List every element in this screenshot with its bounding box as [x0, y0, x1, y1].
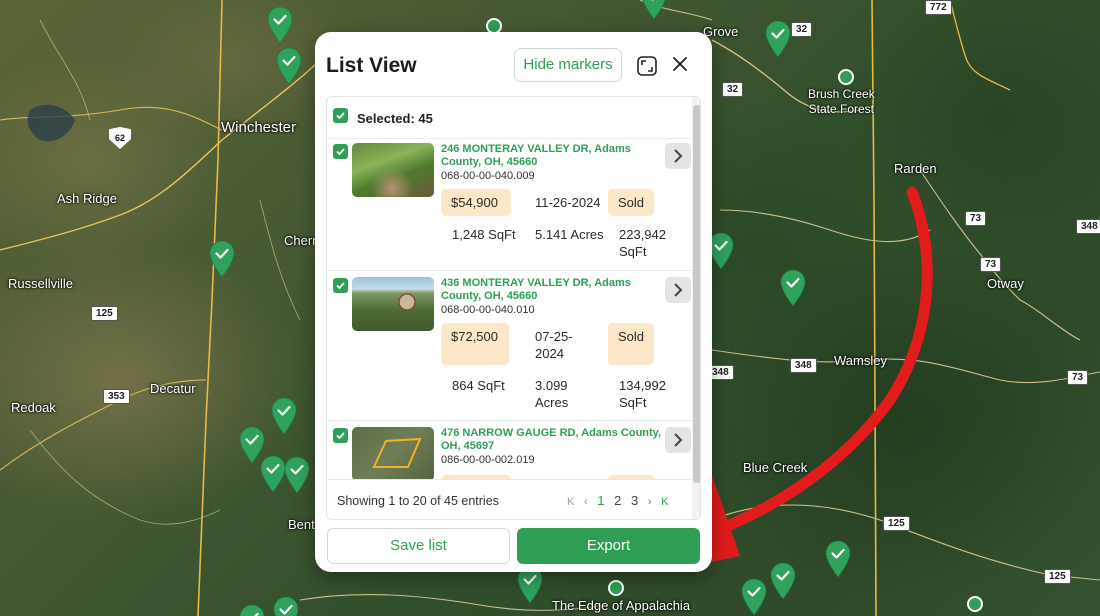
route-shield: 73: [965, 211, 987, 226]
property-list[interactable]: Selected: 45 246 MONTERAY VALLEY DR, Ada…: [326, 96, 701, 520]
route-shield: 348: [1076, 219, 1100, 234]
route-shield: 348: [790, 358, 817, 373]
map-label-brush-creek: Brush Creek State Forest: [808, 87, 875, 116]
map-label-grove: Grove: [703, 24, 739, 39]
route-shield: 32: [791, 22, 813, 37]
park-icon[interactable]: [838, 69, 854, 85]
map-label-bent: Bent: [288, 517, 315, 532]
route-shield: 772: [925, 0, 952, 15]
sale-date: 11-26-2024: [535, 195, 601, 210]
expand-icon[interactable]: [636, 55, 658, 77]
save-list-button[interactable]: Save list: [327, 528, 510, 564]
lot-acres: 5.141 Acres: [535, 227, 604, 242]
building-sqft: 864 SqFt: [452, 378, 505, 393]
route-shield: 73: [1067, 370, 1089, 385]
prev-page-button[interactable]: ‹: [584, 496, 588, 508]
map-label-decatur: Decatur: [150, 381, 196, 396]
route-shield: 353: [103, 389, 130, 404]
select-all-checkbox[interactable]: [333, 108, 348, 123]
scrollbar-thumb[interactable]: [693, 105, 700, 483]
parcel-number: 068-00-00-040.009: [441, 170, 535, 182]
first-page-button[interactable]: K: [567, 496, 574, 508]
property-marker[interactable]: [740, 578, 768, 616]
select-all-row: Selected: 45: [327, 97, 693, 139]
property-marker[interactable]: [764, 20, 792, 58]
property-marker[interactable]: [769, 562, 797, 600]
list-item[interactable]: 246 MONTERAY VALLEY DR, Adams County, OH…: [327, 139, 692, 271]
sale-date: 07-25-2024: [535, 329, 573, 361]
item-checkbox[interactable]: [333, 428, 348, 443]
property-thumbnail: [352, 427, 434, 481]
page-1-button[interactable]: 1: [597, 493, 604, 508]
entries-count: Showing 1 to 20 of 45 entries: [337, 494, 499, 508]
map-label-rarden: Rarden: [894, 161, 937, 176]
property-address[interactable]: 476 NARROW GAUGE RD, Adams County, OH, 4…: [441, 427, 663, 453]
pagination: K ‹ 1 2 3 › K: [567, 493, 674, 508]
property-marker[interactable]: [824, 540, 852, 578]
property-marker[interactable]: [283, 456, 311, 494]
map-label-otway: Otway: [987, 276, 1024, 291]
property-thumbnail: [352, 277, 434, 331]
route-shield: 73: [980, 257, 1002, 272]
item-checkbox[interactable]: [333, 144, 348, 159]
status-badge: Sold: [608, 323, 654, 365]
property-marker[interactable]: [275, 47, 303, 85]
property-marker[interactable]: [270, 397, 298, 435]
list-item[interactable]: 436 MONTERAY VALLEY DR, Adams County, OH…: [327, 273, 692, 421]
panel-title: List View: [326, 54, 417, 77]
parcel-number: 068-00-00-040.010: [441, 304, 535, 316]
last-page-button[interactable]: K: [661, 496, 668, 508]
map-label-wamsley: Wamsley: [834, 353, 887, 368]
parcel-number: 086-00-00-002.019: [441, 454, 535, 466]
route-shield: 125: [91, 306, 118, 321]
map-label-winchester: Winchester: [221, 119, 297, 136]
building-sqft: 1,248 SqFt: [452, 227, 516, 242]
property-marker[interactable]: [779, 269, 807, 307]
route-shield: 32: [722, 82, 744, 97]
export-button[interactable]: Export: [517, 528, 700, 564]
lot-acres: 3.099 Acres: [535, 378, 569, 410]
property-thumbnail: [352, 143, 434, 197]
page-3-button[interactable]: 3: [631, 493, 638, 508]
park-icon[interactable]: [967, 596, 983, 612]
open-details-button[interactable]: [665, 277, 691, 303]
route-shield: 125: [1044, 569, 1071, 584]
map-label-ash-ridge: Ash Ridge: [57, 191, 117, 206]
property-marker[interactable]: [208, 240, 236, 278]
close-icon[interactable]: [670, 54, 690, 74]
property-marker[interactable]: [640, 0, 668, 20]
selected-count: Selected: 45: [357, 111, 433, 126]
table-footer: Showing 1 to 20 of 45 entries K ‹ 1 2 3 …: [326, 484, 692, 518]
map-label-russellville: Russellville: [8, 276, 74, 291]
property-address[interactable]: 436 MONTERAY VALLEY DR, Adams County, OH…: [441, 277, 663, 303]
lot-sqft: 134,992 SqFt: [619, 378, 666, 410]
item-checkbox[interactable]: [333, 278, 348, 293]
property-address[interactable]: 246 MONTERAY VALLEY DR, Adams County, OH…: [441, 143, 663, 169]
park-icon[interactable]: [608, 580, 624, 596]
map-label-edge-of-appalachia: The Edge of Appalachia: [552, 598, 691, 613]
list-scrollbar[interactable]: [692, 97, 700, 519]
property-marker[interactable]: [272, 596, 300, 616]
map-label-redoak: Redoak: [11, 400, 56, 415]
open-details-button[interactable]: [665, 427, 691, 453]
lot-sqft: 223,942 SqFt: [619, 227, 666, 259]
hide-markers-button[interactable]: Hide markers: [514, 48, 622, 82]
property-marker[interactable]: [238, 604, 266, 616]
list-view-panel: List View Hide markers Selected: 45 246 …: [315, 32, 712, 572]
price-tag: $72,500: [441, 323, 509, 365]
property-marker[interactable]: [266, 6, 294, 44]
next-page-button[interactable]: ›: [648, 496, 652, 508]
map-label-cherry: Cherr: [284, 233, 317, 248]
route-shield: 125: [883, 516, 910, 531]
map-label-blue-creek: Blue Creek: [743, 460, 808, 475]
price-tag: $54,900: [441, 189, 511, 216]
open-details-button[interactable]: [665, 143, 691, 169]
page-2-button[interactable]: 2: [614, 493, 621, 508]
status-badge: Sold: [608, 189, 654, 216]
